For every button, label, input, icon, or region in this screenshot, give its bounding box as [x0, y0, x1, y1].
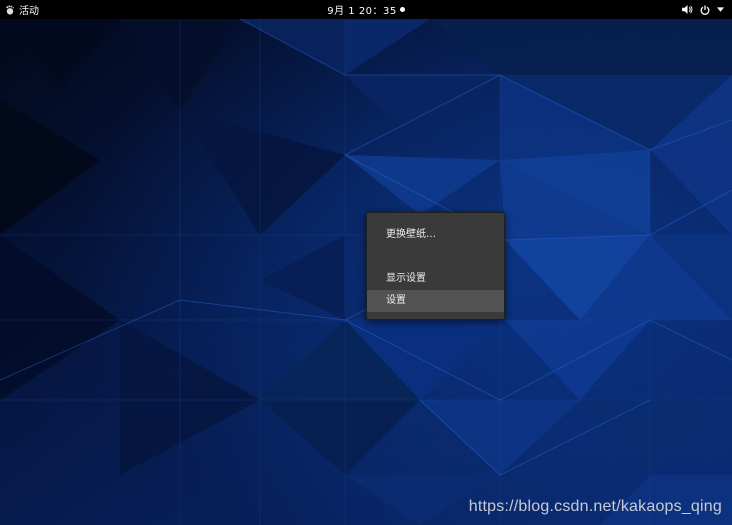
menu-arrow-icon[interactable]	[717, 7, 724, 12]
top-bar: 活动 9月 1 20：35	[0, 0, 732, 19]
display-settings-menu-item[interactable]: 显示设置	[367, 268, 504, 290]
volume-icon[interactable]	[682, 5, 693, 14]
clock-button[interactable]: 9月 1 20：35	[0, 0, 732, 19]
change-wallpaper-menu-item[interactable]: 更换壁纸…	[367, 224, 504, 246]
notification-dot-icon	[399, 7, 405, 12]
clock-text: 9月 1 20：35	[327, 6, 397, 17]
system-tray[interactable]	[682, 0, 724, 19]
settings-menu-item[interactable]: 设置	[367, 290, 504, 312]
watermark-text: https://blog.csdn.net/kakaops_qing	[468, 498, 722, 515]
desktop-context-menu: 更换壁纸… 显示设置 设置	[366, 212, 505, 320]
desktop[interactable]: 活动 9月 1 20：35 更换壁纸… 显示设置 设置 https://blog…	[0, 0, 732, 525]
power-icon[interactable]	[700, 5, 710, 15]
